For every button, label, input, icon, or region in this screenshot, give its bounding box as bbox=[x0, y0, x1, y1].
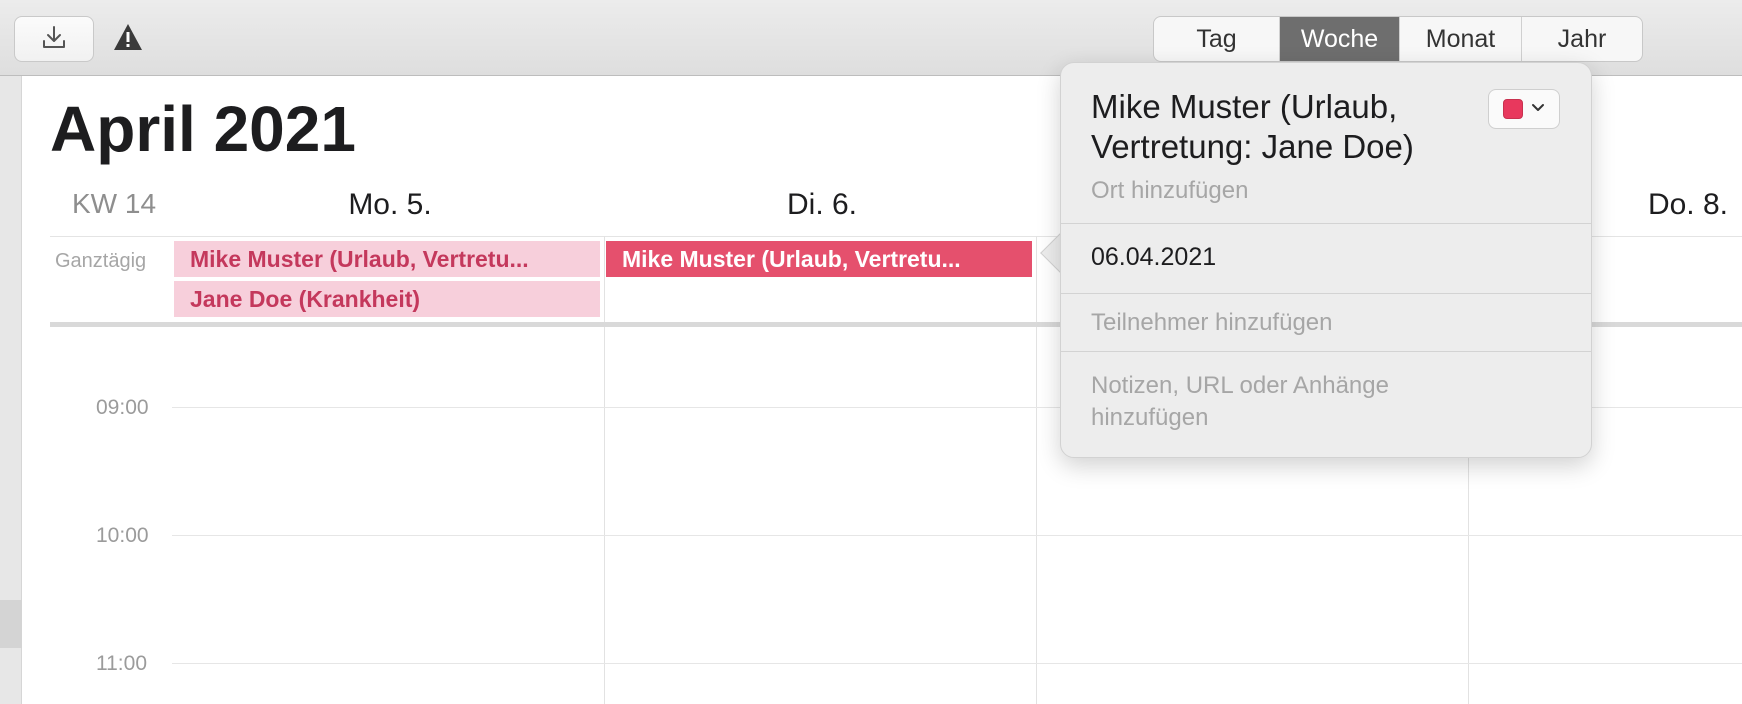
view-jahr-button[interactable]: Jahr bbox=[1522, 17, 1642, 61]
hour-line bbox=[172, 535, 1742, 536]
view-woche-button[interactable]: Woche bbox=[1280, 17, 1400, 61]
download-button[interactable] bbox=[14, 16, 94, 62]
event-popover: Mike Muster (Urlaub, Vertretung: Jane Do… bbox=[1060, 62, 1592, 458]
event-mike-muster-mo[interactable]: Mike Muster (Urlaub, Vertretu... bbox=[174, 241, 600, 277]
event-jane-doe[interactable]: Jane Doe (Krankheit) bbox=[174, 281, 600, 317]
popover-divider bbox=[1061, 223, 1591, 224]
day-header-di[interactable]: Di. 6. bbox=[722, 188, 922, 222]
time-label: 09:00 bbox=[96, 396, 149, 419]
date-field[interactable]: 06.04.2021 bbox=[1091, 243, 1216, 272]
color-swatch bbox=[1503, 99, 1523, 119]
chevron-down-icon bbox=[1531, 100, 1545, 118]
download-icon bbox=[41, 24, 67, 55]
event-mike-muster-di-selected[interactable]: Mike Muster (Urlaub, Vertretu... bbox=[606, 241, 1032, 277]
view-switcher: Tag Woche Monat Jahr bbox=[1153, 16, 1643, 62]
warning-icon bbox=[112, 22, 144, 57]
view-tag-button[interactable]: Tag bbox=[1154, 17, 1280, 61]
popover-divider bbox=[1061, 351, 1591, 352]
sidebar-handle[interactable] bbox=[0, 600, 22, 648]
time-label: 10:00 bbox=[96, 524, 149, 547]
column-divider bbox=[604, 236, 605, 704]
popover-divider bbox=[1061, 293, 1591, 294]
calendar-color-button[interactable] bbox=[1488, 89, 1560, 129]
sidebar-edge bbox=[0, 76, 22, 704]
month-title: April 2021 bbox=[50, 93, 356, 165]
day-header-do[interactable]: Do. 8. bbox=[1630, 188, 1742, 222]
location-field[interactable]: Ort hinzufügen bbox=[1091, 177, 1248, 205]
notes-field[interactable]: Notizen, URL oder Anhänge hinzufügen bbox=[1091, 370, 1491, 434]
event-title-field[interactable]: Mike Muster (Urlaub, Vertretung: Jane Do… bbox=[1091, 87, 1471, 167]
week-number: KW 14 bbox=[72, 188, 157, 219]
allday-label: Ganztägig bbox=[55, 250, 147, 272]
hour-line bbox=[172, 663, 1742, 664]
day-header-mo[interactable]: Mo. 5. bbox=[290, 188, 490, 222]
participants-field[interactable]: Teilnehmer hinzufügen bbox=[1091, 309, 1333, 337]
column-divider bbox=[1036, 236, 1037, 704]
warning-button[interactable] bbox=[110, 22, 146, 56]
time-label: 11:00 bbox=[96, 652, 147, 675]
view-monat-button[interactable]: Monat bbox=[1400, 17, 1522, 61]
